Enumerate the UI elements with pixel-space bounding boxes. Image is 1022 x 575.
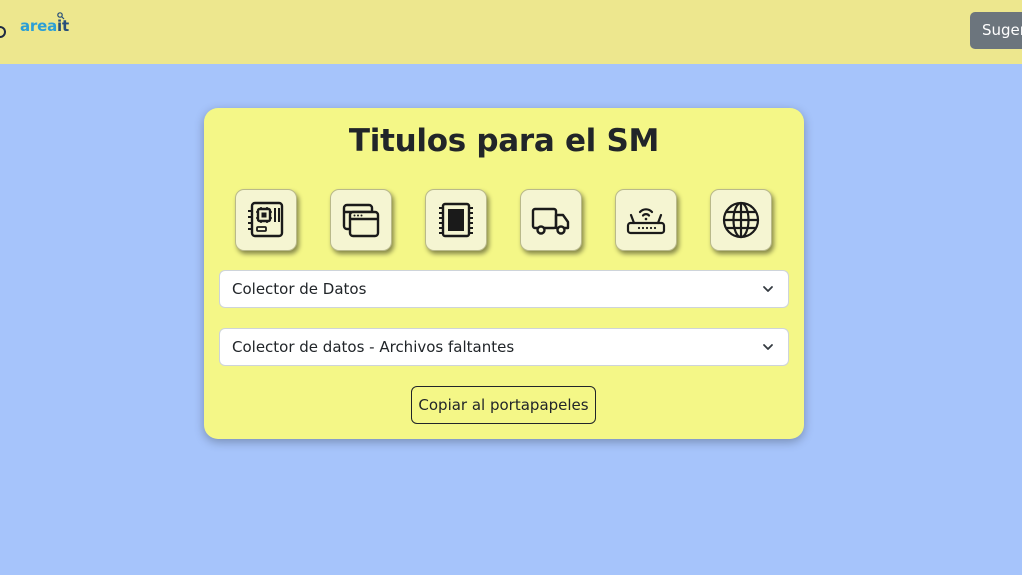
category-delivery-button[interactable] (520, 189, 582, 251)
globe-icon (722, 201, 760, 239)
brand-part1: area (20, 17, 58, 35)
suggestions-button[interactable]: Sugerencias (970, 12, 1022, 49)
chip-icon (439, 202, 473, 238)
card-title: Titulos para el SM (348, 123, 660, 159)
titles-card: Titulos para el SM Colector de Datos Col… (204, 108, 804, 439)
copy-to-clipboard-button[interactable]: Copiar al portapapeles (411, 386, 596, 424)
chevron-down-icon (763, 344, 773, 350)
category-chip-button[interactable] (425, 189, 487, 251)
logo-partial-icon (0, 26, 6, 38)
category-windows-button[interactable] (330, 189, 392, 251)
brand-cap-icon (57, 12, 65, 20)
category-select-value: Colector de Datos (232, 280, 367, 298)
motherboard-icon (248, 201, 284, 238)
navbar: areait Sugerencias (0, 0, 1022, 64)
title-select[interactable]: Colector de datos - Archivos faltantes (219, 328, 789, 366)
category-network-button[interactable] (615, 189, 677, 251)
chevron-down-icon (763, 286, 773, 292)
truck-icon (531, 207, 570, 235)
title-select-value: Colector de datos - Archivos faltantes (232, 338, 515, 356)
category-web-button[interactable] (710, 189, 772, 251)
category-select[interactable]: Colector de Datos (219, 270, 789, 308)
windows-icon (342, 203, 380, 238)
router-icon (626, 208, 666, 235)
category-hardware-button[interactable] (235, 189, 297, 251)
